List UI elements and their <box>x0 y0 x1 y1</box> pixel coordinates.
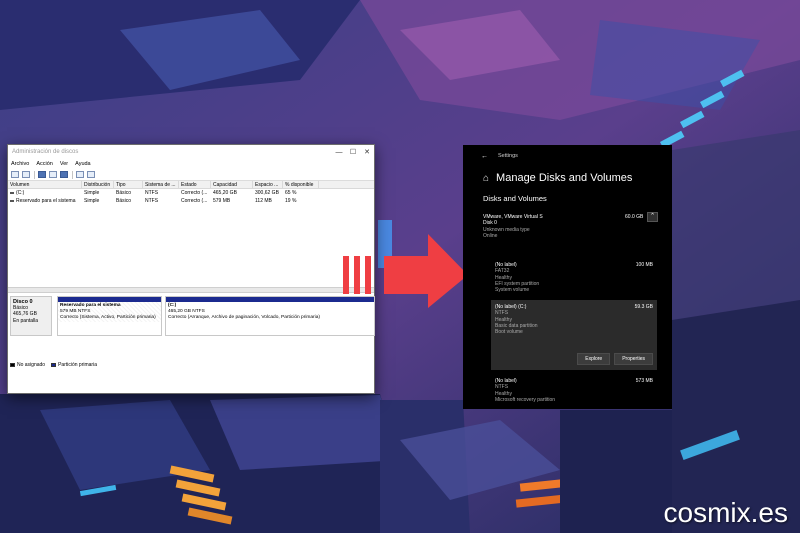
cell: 112 MB <box>255 198 272 204</box>
volume-table: Volumen Distribución Tipo Sistema de ...… <box>8 181 374 287</box>
cell: 65 % <box>285 190 297 196</box>
column-header[interactable]: Tipo <box>114 181 143 188</box>
volume-actions: Explore Properties <box>573 353 653 365</box>
toolbar-separator <box>72 170 73 179</box>
partition-reserved[interactable]: Reservado para el sistema 579 MB NTFS Co… <box>57 296 162 336</box>
section-title: Disks and Volumes <box>483 194 547 203</box>
cell-text: (C:) <box>16 190 25 196</box>
partition-status: Correcto (Sistema, Activo, Partición pri… <box>60 315 156 320</box>
view-icon[interactable] <box>87 171 95 178</box>
volume-partition: Microsoft recovery partition <box>495 396 556 403</box>
toolbar-separator <box>34 170 35 179</box>
legend-swatch-unallocated <box>10 363 15 367</box>
forward-icon[interactable] <box>22 171 30 178</box>
volume-role: System volume <box>495 287 530 294</box>
cell: 19 % <box>285 198 297 204</box>
cell: 300,62 GB <box>255 190 279 196</box>
cell: Básico <box>116 190 132 196</box>
console-tree-icon[interactable] <box>38 171 46 178</box>
menu-ver[interactable]: Ver <box>60 161 68 167</box>
volume-item[interactable]: (No label) NTFS Healthy Microsoft recove… <box>491 374 657 407</box>
volume-item[interactable]: (No label) FAT32 Healthy EFI system part… <box>491 258 657 300</box>
table-header: Volumen Distribución Tipo Sistema de ...… <box>8 181 374 189</box>
toolbar <box>8 169 374 181</box>
column-header[interactable]: Capacidad <box>211 181 253 188</box>
back-icon[interactable] <box>11 171 19 178</box>
right-arrow-icon <box>343 234 468 308</box>
cell: NTFS <box>145 198 159 204</box>
cell: Simple <box>84 190 100 196</box>
legend-unallocated: No asignado <box>17 362 46 368</box>
page-title: Manage Disks and Volumes <box>496 172 633 184</box>
menu-ayuda[interactable]: Ayuda <box>75 161 91 167</box>
properties-button[interactable]: Properties <box>614 353 653 365</box>
close-button[interactable]: ✕ <box>360 148 374 156</box>
properties-icon[interactable] <box>49 171 57 178</box>
column-header[interactable]: Volumen <box>8 181 82 188</box>
back-arrow-icon[interactable]: ← <box>481 153 488 160</box>
column-header[interactable]: Sistema de ... <box>143 181 179 188</box>
disk-management-window: Administración de discos — ☐ ✕ Archivo A… <box>7 144 375 394</box>
cell: Correcto (... <box>181 198 208 204</box>
home-icon[interactable]: ⌂ <box>483 173 489 184</box>
table-row[interactable]: Reservado para el sistema Simple Básico … <box>8 197 374 205</box>
volume-size: 59.3 GB <box>634 304 653 310</box>
settings-window: ← Settings ⌂ Manage Disks and Volumes Di… <box>463 145 672 409</box>
page-header: ⌂ Manage Disks and Volumes <box>463 167 672 189</box>
cell-volume: (C:) <box>8 189 82 197</box>
disk-status: En pantalla <box>13 317 39 324</box>
disk-size: 60.0 GB <box>625 214 644 220</box>
column-header[interactable]: Espacio ... <box>253 181 283 188</box>
menu-archivo[interactable]: Archivo <box>11 161 29 167</box>
window-title: Administración de discos <box>12 149 79 155</box>
legend-primary: Partición primaria <box>58 362 97 368</box>
cell: Correcto (... <box>181 190 208 196</box>
volume-icon <box>10 200 14 202</box>
disk-name: Disco 0 <box>13 299 33 305</box>
volume-icon <box>10 192 14 194</box>
legend: No asignado Partición primaria <box>10 362 97 368</box>
disk-status: Online <box>483 232 498 239</box>
volume-size: 573 MB <box>635 378 653 384</box>
column-header[interactable]: Estado <box>179 181 211 188</box>
cell: Básico <box>116 198 132 204</box>
cell-text: Reservado para el sistema <box>16 198 76 204</box>
volume-role: Boot volume <box>495 329 523 336</box>
refresh-icon[interactable] <box>76 171 84 178</box>
explore-button[interactable]: Explore <box>577 353 611 365</box>
partition-status: Correcto (Arranque, Archivo de paginació… <box>168 315 320 320</box>
table-row[interactable]: (C:) Simple Básico NTFS Correcto (... 46… <box>8 189 374 197</box>
menu-bar: Archivo Acción Ver Ayuda <box>8 159 374 169</box>
volume-size: 100 MB <box>635 262 653 268</box>
disk-info[interactable]: Disco 0 Básico 465,76 GB En pantalla <box>10 296 52 336</box>
volume-item-selected[interactable]: (No label) (C:) NTFS Healthy Basic data … <box>491 300 657 370</box>
cell: 465,20 GB <box>213 190 237 196</box>
cell: Simple <box>84 198 100 204</box>
partition-info: Reservado para el sistema 579 MB NTFS Co… <box>58 302 161 322</box>
maximize-button[interactable]: ☐ <box>346 148 360 156</box>
watermark: cosmix.es <box>663 497 788 528</box>
chevron-up-icon[interactable]: ⌃ <box>647 212 658 222</box>
column-header[interactable]: Distribución <box>82 181 114 188</box>
disk-header[interactable]: VMware, VMware Virtual S Disk 0 Unknown … <box>463 210 672 250</box>
cell: 579 MB <box>213 198 231 204</box>
legend-swatch-primary <box>51 363 57 367</box>
help-icon[interactable] <box>60 171 68 178</box>
menu-accion[interactable]: Acción <box>36 161 53 167</box>
settings-title-bar: ← Settings <box>463 145 672 167</box>
minimize-button[interactable]: — <box>332 149 346 156</box>
cell-volume: Reservado para el sistema <box>8 197 82 205</box>
app-title: Settings <box>498 153 518 159</box>
column-header[interactable]: % disponible <box>283 181 319 188</box>
title-bar: Administración de discos — ☐ ✕ <box>8 145 374 159</box>
disk-graphical-view: Disco 0 Básico 465,76 GB En pantalla Res… <box>8 293 375 371</box>
cell: NTFS <box>145 190 159 196</box>
